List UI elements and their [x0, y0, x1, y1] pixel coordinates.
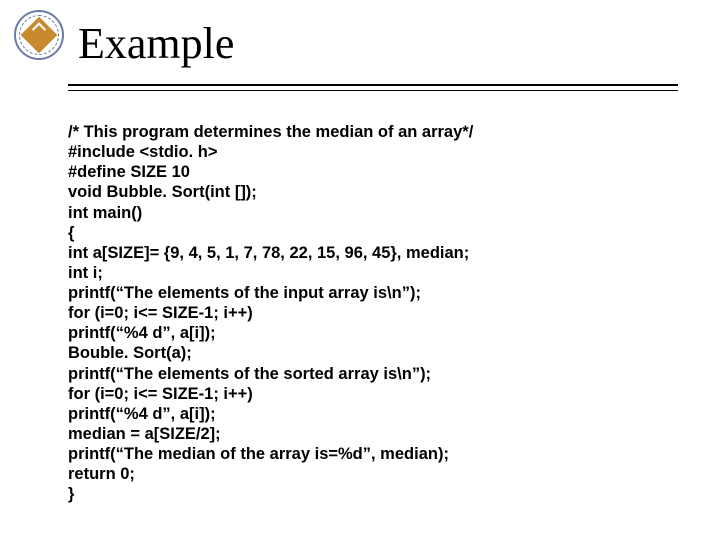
logo-dashed-ring — [19, 15, 59, 55]
university-logo — [14, 10, 64, 60]
title-underline-thick — [68, 84, 678, 86]
title-underline-thin — [68, 90, 678, 91]
logo-outer-ring — [14, 10, 64, 60]
slide: Example /* This program determines the m… — [0, 0, 720, 540]
slide-title: Example — [78, 18, 234, 69]
logo-diamond-icon — [21, 17, 58, 54]
code-block: /* This program determines the median of… — [68, 122, 473, 504]
